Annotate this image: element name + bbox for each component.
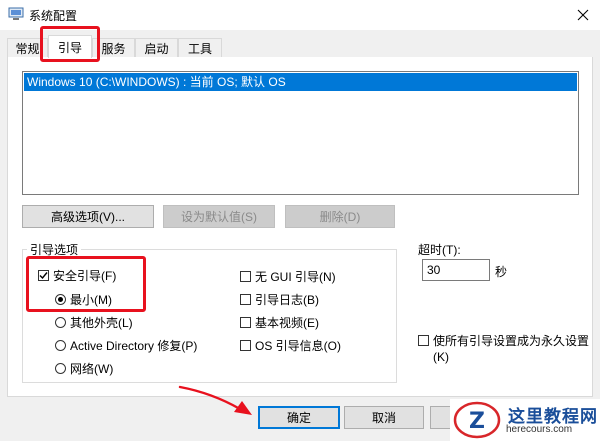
active-directory-label: Active Directory 修复(P) [70, 339, 198, 353]
network-radio[interactable] [55, 363, 66, 374]
tab-tools[interactable]: 工具 [178, 38, 222, 57]
boot-log-label: 引导日志(B) [255, 293, 319, 307]
advanced-options-button[interactable]: 高级选项(V)... [22, 205, 154, 228]
os-boot-info-option[interactable]: OS 引导信息(O) [240, 337, 341, 354]
watermark-logo: Z [453, 401, 501, 439]
boot-log-checkbox[interactable] [240, 294, 251, 305]
permanent-settings-option[interactable]: 使所有引导设置成为永久设置 (K) [418, 333, 589, 365]
svg-text:Z: Z [469, 409, 485, 434]
timeout-input[interactable]: 30 [422, 259, 490, 281]
ok-button[interactable]: 确定 [258, 406, 340, 429]
close-button[interactable] [566, 0, 600, 30]
base-video-option[interactable]: 基本视频(E) [240, 314, 319, 331]
os-boot-info-checkbox[interactable] [240, 340, 251, 351]
active-directory-option[interactable]: Active Directory 修复(P) [55, 337, 197, 354]
delete-button[interactable]: 删除(D) [285, 205, 395, 228]
alternate-shell-radio[interactable] [55, 317, 66, 328]
cancel-button[interactable]: 取消 [344, 406, 424, 429]
permanent-settings-checkbox[interactable] [418, 335, 429, 346]
network-option[interactable]: 网络(W) [55, 360, 113, 377]
os-list-item[interactable]: Windows 10 (C:\WINDOWS) : 当前 OS; 默认 OS [24, 73, 577, 91]
arrow-annotation [178, 385, 252, 415]
base-video-label: 基本视频(E) [255, 316, 319, 330]
tab-startup[interactable]: 启动 [135, 38, 178, 57]
no-gui-boot-label: 无 GUI 引导(N) [255, 270, 336, 284]
active-directory-radio[interactable] [55, 340, 66, 351]
alternate-shell-label: 其他外壳(L) [70, 316, 133, 330]
permanent-settings-label: 使所有引导设置成为永久设置 [433, 334, 590, 348]
timeout-label: 超时(T): [418, 243, 461, 257]
watermark-url: herecours.com [506, 424, 573, 435]
permanent-settings-accel: (K) [433, 350, 449, 364]
network-label: 网络(W) [70, 362, 114, 376]
system-config-icon [8, 7, 24, 21]
alternate-shell-option[interactable]: 其他外壳(L) [55, 314, 133, 331]
os-boot-info-label: OS 引导信息(O) [255, 339, 341, 353]
window-title: 系统配置 [29, 9, 78, 23]
no-gui-boot-option[interactable]: 无 GUI 引导(N) [240, 268, 336, 285]
highlight-box-safe-boot [26, 256, 146, 312]
no-gui-boot-checkbox[interactable] [240, 271, 251, 282]
os-list[interactable]: Windows 10 (C:\WINDOWS) : 当前 OS; 默认 OS [22, 71, 579, 195]
tab-boot[interactable]: 引导 [48, 35, 92, 58]
close-icon [577, 9, 589, 21]
base-video-checkbox[interactable] [240, 317, 251, 328]
timeout-unit: 秒 [495, 265, 508, 279]
boot-log-option[interactable]: 引导日志(B) [240, 291, 319, 308]
set-default-button[interactable]: 设为默认值(S) [163, 205, 275, 228]
